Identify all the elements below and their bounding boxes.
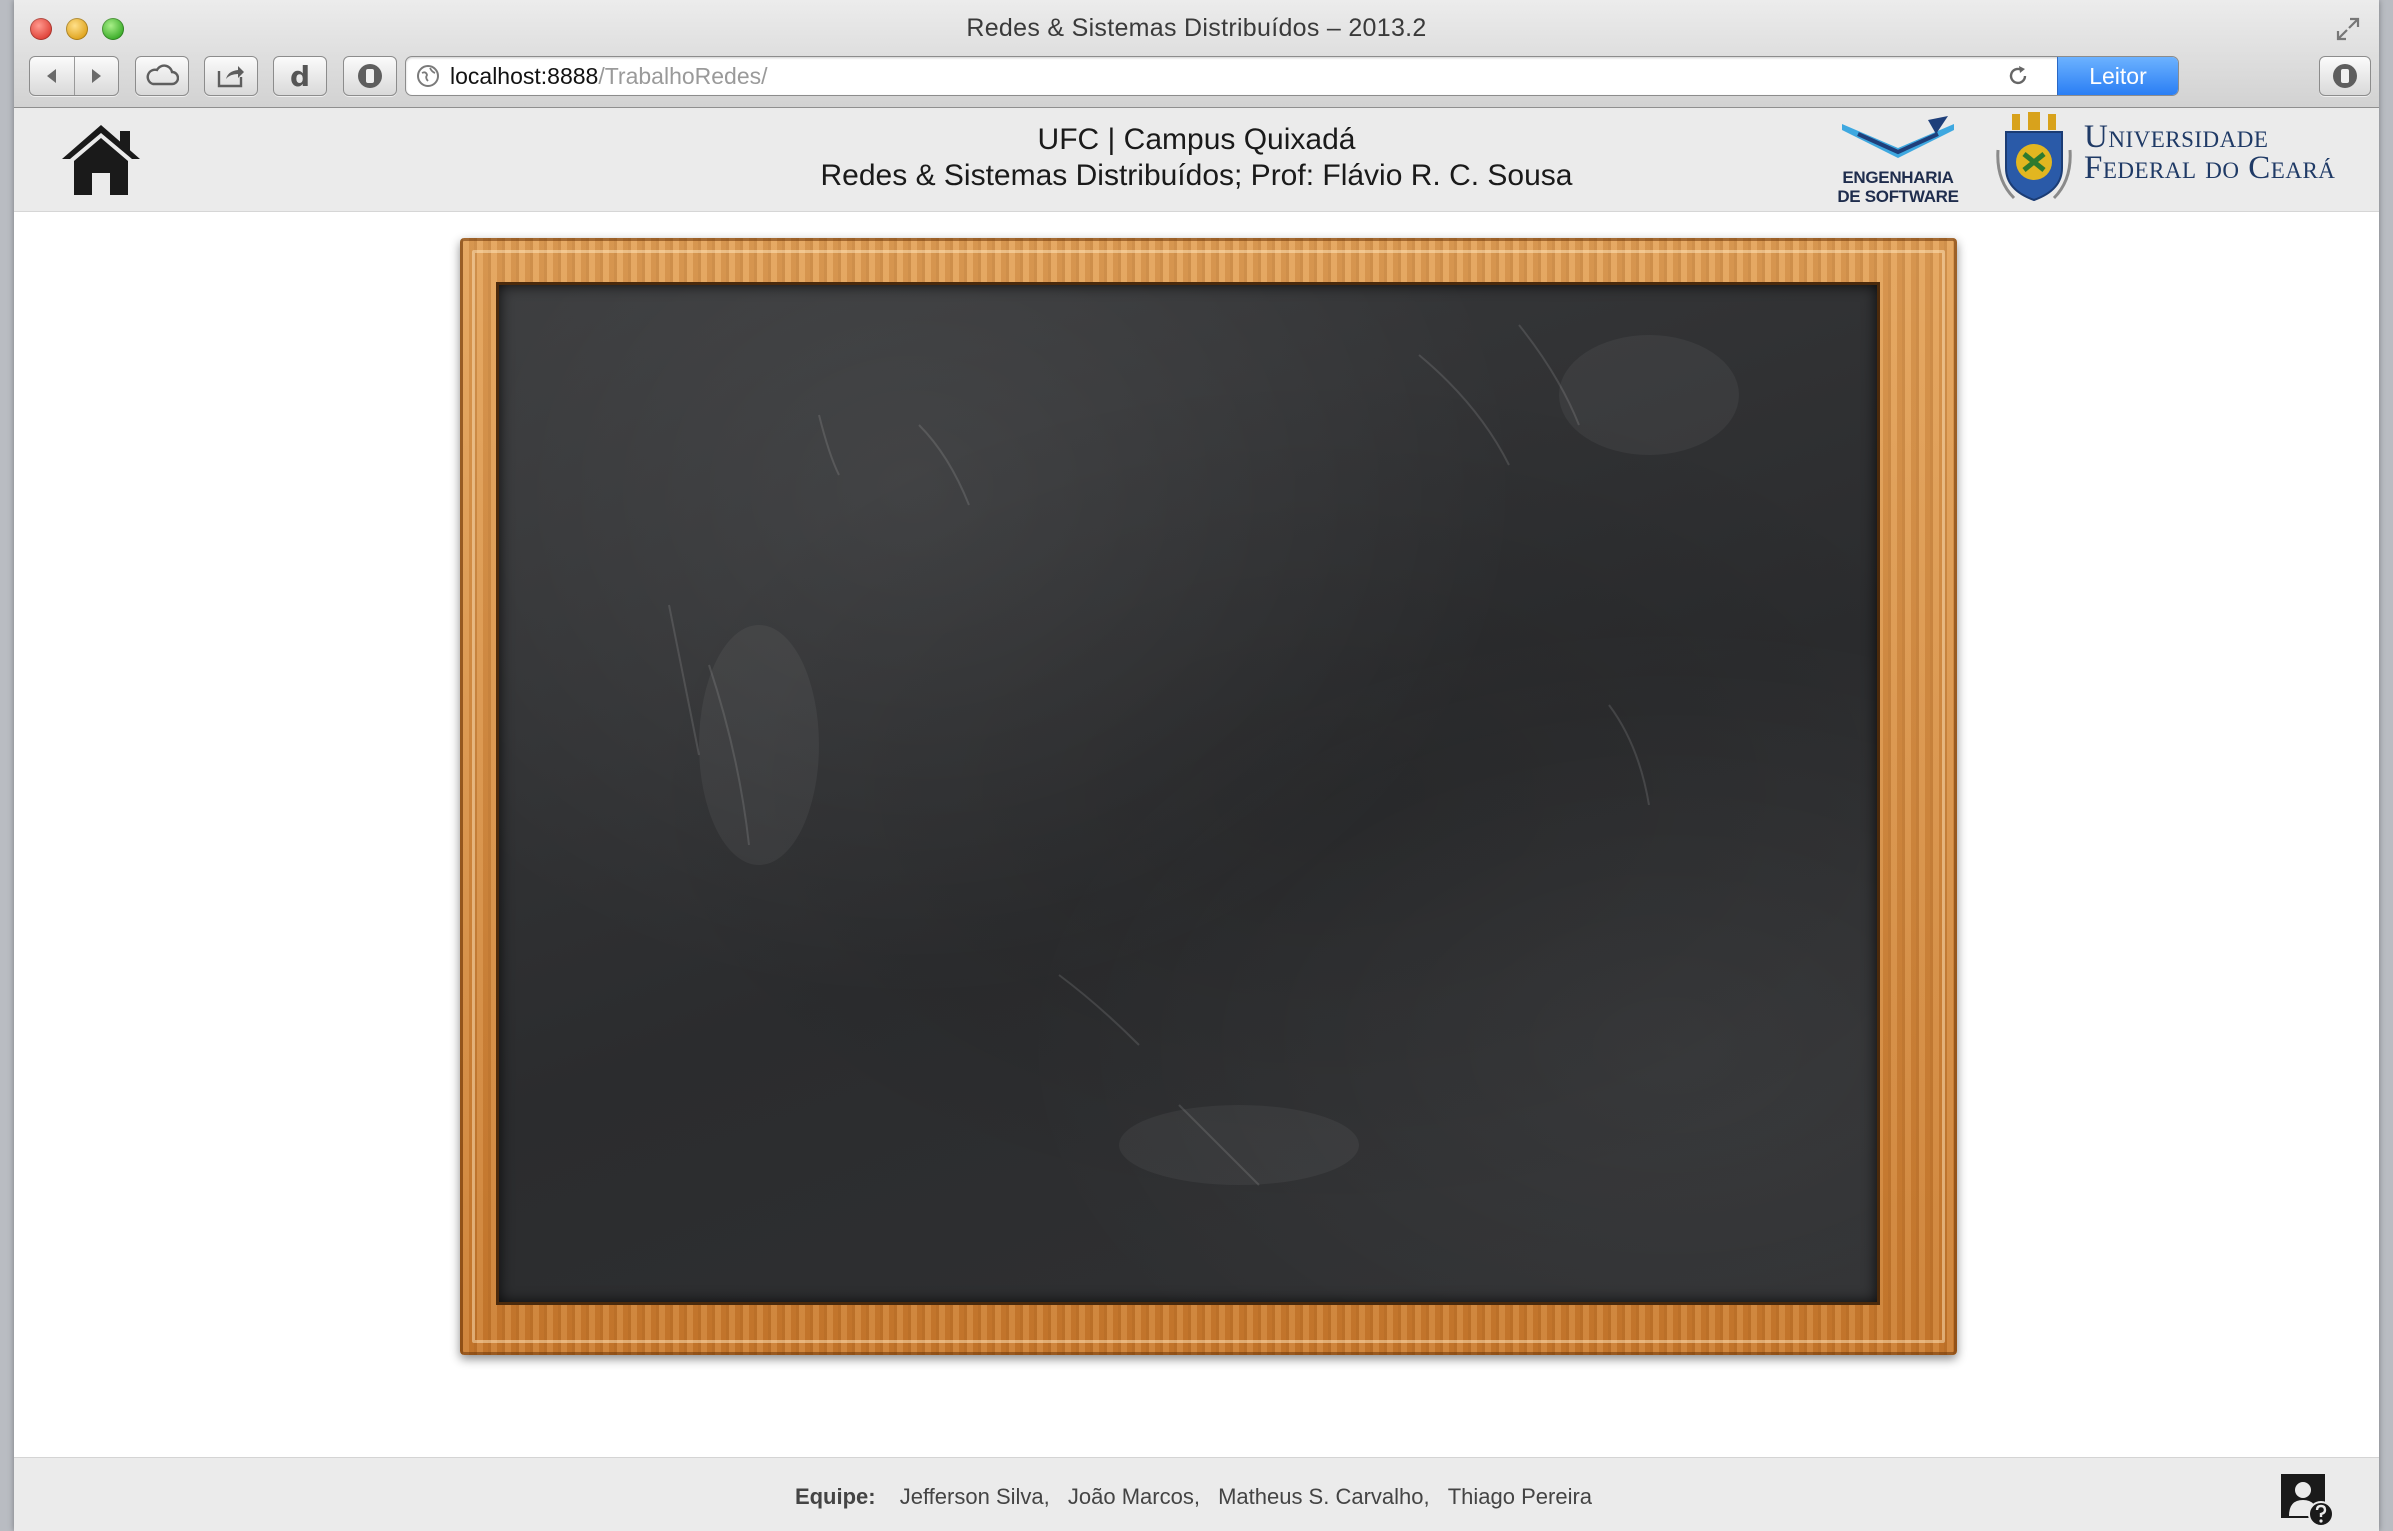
site-footer: Equipe: Jefferson Silva, João Marcos, Ma… — [14, 1457, 2379, 1531]
extension-icon — [358, 64, 382, 88]
team-member: João Marcos, — [1067, 1484, 1200, 1509]
chalkboard — [499, 285, 1877, 1302]
chevron-right-icon — [92, 69, 102, 83]
share-button[interactable] — [204, 56, 258, 96]
browser-toolbar: Redes & Sistemas Distribuídos – 2013.2 d… — [14, 0, 2379, 108]
ufc-name-line1: Universidade — [2084, 119, 2269, 155]
es-logo-line2: DE SOFTWARE — [1837, 187, 1959, 206]
share-icon — [217, 66, 244, 88]
chevron-left-icon — [46, 69, 56, 83]
extension-icon — [2333, 64, 2357, 88]
fullscreen-icon[interactable] — [2335, 16, 2361, 42]
downloads-button[interactable] — [2319, 56, 2371, 96]
ufc-name-line2: Federal do Ceará — [2084, 150, 2336, 186]
back-button[interactable] — [30, 57, 74, 95]
es-chevron-icon — [1842, 116, 1954, 158]
site-header: UFC | Campus Quixadá Redes & Sistemas Di… — [14, 108, 2379, 212]
team-label: Equipe: — [794, 1484, 876, 1509]
globe-icon — [417, 65, 439, 87]
extension-button[interactable] — [343, 56, 397, 96]
url-text[interactable]: localhost:8888/TrabalhoRedes/ — [450, 63, 768, 90]
ufc-crest-icon — [1996, 112, 2072, 202]
reload-icon[interactable] — [2006, 64, 2030, 88]
es-logo-text: ENGENHARIA DE SOFTWARE — [1828, 168, 1968, 206]
forward-button[interactable] — [75, 57, 119, 95]
browser-window: Redes & Sistemas Distribuídos – 2013.2 d… — [14, 0, 2379, 1531]
window-title: Redes & Sistemas Distribuídos – 2013.2 — [966, 14, 1427, 42]
chalk-smudges — [668, 324, 1739, 1186]
back-forward-group — [29, 56, 119, 96]
url-host: localhost:8888 — [450, 63, 599, 89]
chalkboard-frame — [460, 238, 1957, 1355]
team-credits: Equipe: Jefferson Silva, João Marcos, Ma… — [14, 1484, 2379, 1510]
engenharia-software-logo: ENGENHARIA DE SOFTWARE — [1828, 114, 1968, 208]
team-member: Matheus S. Carvalho, — [1218, 1484, 1430, 1509]
url-path: /TrabalhoRedes/ — [598, 63, 768, 89]
reader-button[interactable]: Leitor — [2057, 57, 2178, 95]
address-bar[interactable]: localhost:8888/TrabalhoRedes/ Leitor — [405, 56, 2179, 96]
es-logo-line1: ENGENHARIA — [1842, 168, 1954, 187]
team-member: Jefferson Silva, — [899, 1484, 1050, 1509]
extension-d-button[interactable]: d — [273, 56, 327, 96]
icloud-tabs-button[interactable] — [135, 56, 189, 96]
cloud-icon — [146, 64, 179, 86]
ufc-name: Universidade Federal do Ceará — [2084, 119, 2336, 186]
help-contact-icon[interactable] — [2279, 1472, 2335, 1528]
team-member: Thiago Pereira — [1447, 1484, 1593, 1509]
